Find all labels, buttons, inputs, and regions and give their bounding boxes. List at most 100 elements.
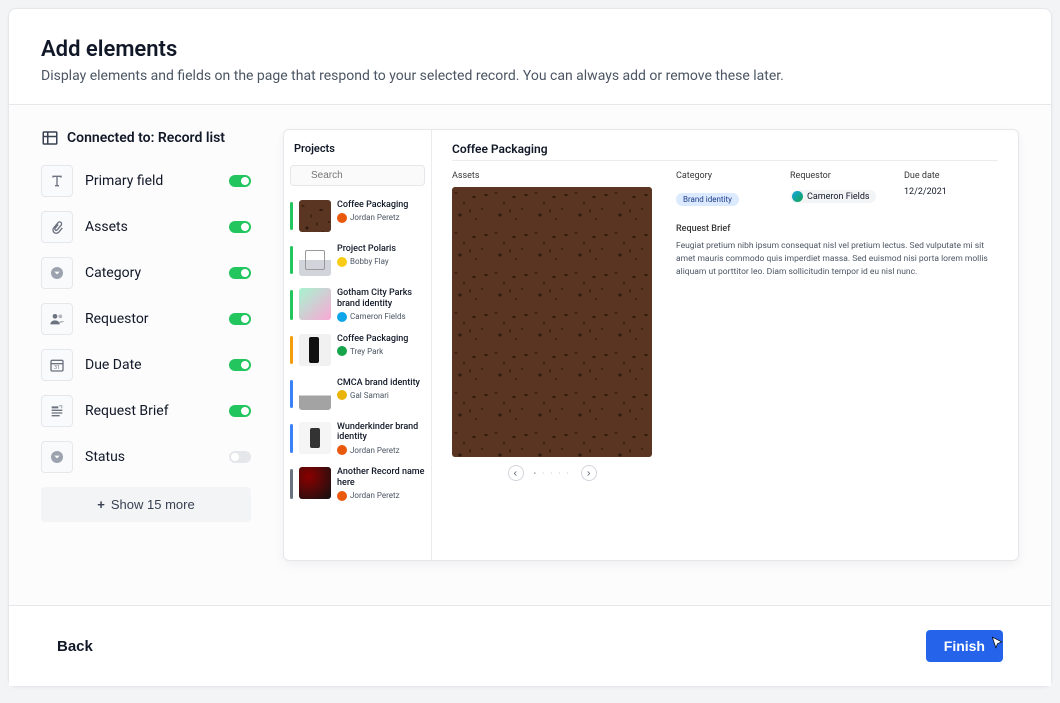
pager-prev-button[interactable] (508, 465, 524, 481)
field-row: Status (41, 441, 251, 473)
field-toggle[interactable] (229, 221, 251, 233)
record-thumbnail (299, 467, 331, 499)
field-toggle[interactable] (229, 313, 251, 325)
category-label: Category (676, 171, 770, 181)
avatar (337, 445, 347, 455)
field-row: Category (41, 257, 251, 289)
record-item[interactable]: Project Polaris Bobby Flay (284, 238, 431, 282)
assets-label: Assets (452, 171, 652, 181)
status-bar (290, 246, 293, 274)
modal-footer: Back Finish (9, 605, 1051, 686)
pager-dots: • · · · · (534, 469, 571, 478)
field-type-icon (41, 395, 73, 427)
page-title: Add elements (41, 37, 1019, 62)
record-thumbnail (299, 334, 331, 366)
field-row: Request Brief (41, 395, 251, 427)
field-toggle[interactable] (229, 451, 251, 463)
pager-next-button[interactable] (581, 465, 597, 481)
due-date-value: 12/2/2021 (904, 187, 998, 197)
page-subtitle: Display elements and fields on the page … (41, 68, 1019, 84)
category-pill: Brand identity (676, 193, 739, 206)
field-label: Assets (85, 219, 217, 235)
preview-record-detail: Coffee Packaging Assets • · · · · (432, 130, 1018, 560)
record-item[interactable]: Wunderkinder brand identityJordan Peretz (284, 416, 431, 462)
field-type-icon (41, 303, 73, 335)
connected-to-label: Connected to: Record list (41, 129, 251, 147)
record-owner: Cameron Fields (337, 312, 425, 322)
record-name: Coffee Packaging (337, 334, 425, 345)
record-item[interactable]: Coffee Packaging Jordan Peretz (284, 194, 431, 238)
modal-header: Add elements Display elements and fields… (9, 9, 1051, 105)
avatar (337, 491, 347, 501)
field-row: Assets (41, 211, 251, 243)
record-owner: Bobby Flay (337, 257, 425, 267)
requestor-label: Requestor (790, 171, 884, 181)
status-bar (290, 202, 293, 230)
field-type-icon (41, 211, 73, 243)
record-thumbnail (299, 200, 331, 232)
arrow-right-icon (585, 470, 592, 477)
record-owner: Trey Park (337, 346, 425, 356)
brief-label: Request Brief (676, 224, 998, 234)
field-type-icon (41, 165, 73, 197)
field-toggle[interactable] (229, 359, 251, 371)
avatar (337, 213, 347, 223)
record-owner: Jordan Peretz (337, 213, 425, 223)
status-bar (290, 290, 293, 320)
status-bar (290, 336, 293, 364)
plus-icon: + (97, 497, 105, 512)
preview-list-title: Projects (284, 130, 431, 163)
field-type-icon (41, 257, 73, 289)
search-input[interactable] (290, 165, 425, 186)
avatar (337, 257, 347, 267)
record-item[interactable]: Coffee PackagingTrey Park (284, 328, 431, 372)
field-toggle[interactable] (229, 175, 251, 187)
record-item[interactable]: Another Record name here Jordan Peretz (284, 461, 431, 507)
finish-button[interactable]: Finish (926, 630, 1003, 662)
interface-preview: Projects Coffee Packaging Jordan Peretz Pr… (283, 129, 1019, 561)
record-owner: Jordan Peretz (337, 491, 425, 501)
field-toggle[interactable] (229, 267, 251, 279)
record-thumbnail (299, 288, 331, 320)
avatar (337, 346, 347, 356)
svg-text:31: 31 (54, 365, 60, 371)
requestor-value: Cameron Fields (790, 190, 876, 203)
record-owner: Gal Samari (337, 390, 425, 400)
field-row: 31 Due Date (41, 349, 251, 381)
record-item[interactable]: Gotham City Parks brand identity Cameron … (284, 282, 431, 328)
field-label: Status (85, 449, 217, 465)
fields-sidebar: Connected to: Record list Primary field A… (41, 129, 251, 581)
back-button[interactable]: Back (57, 638, 93, 655)
record-owner: Jordan Peretz (337, 445, 425, 455)
field-row: Primary field (41, 165, 251, 197)
due-date-label: Due date (904, 171, 998, 181)
modal-body: Connected to: Record list Primary field A… (9, 105, 1051, 605)
record-name: Gotham City Parks brand identity (337, 288, 425, 310)
record-name: Project Polaris (337, 244, 425, 255)
field-toggle[interactable] (229, 405, 251, 417)
record-name: Another Record name here (337, 467, 425, 489)
record-thumbnail (299, 244, 331, 276)
field-label: Primary field (85, 173, 217, 189)
detail-title: Coffee Packaging (452, 142, 998, 156)
asset-image[interactable] (452, 187, 652, 457)
cursor-icon (990, 636, 1004, 650)
record-name: Wunderkinder brand identity (337, 422, 425, 444)
record-item[interactable]: CMCA brand identityGal Samari (284, 372, 431, 416)
show-more-button[interactable]: + Show 15 more (41, 487, 251, 522)
record-thumbnail (299, 422, 331, 454)
avatar (337, 312, 347, 322)
field-type-icon (41, 441, 73, 473)
field-label: Category (85, 265, 217, 281)
field-label: Requestor (85, 311, 217, 327)
record-thumbnail (299, 378, 331, 410)
brief-text: Feugiat pretium nibh ipsum consequat nis… (676, 240, 998, 278)
field-label: Due Date (85, 357, 217, 373)
preview-record-list: Projects Coffee Packaging Jordan Peretz Pr… (284, 130, 432, 560)
field-type-icon: 31 (41, 349, 73, 381)
status-bar (290, 469, 293, 499)
record-list-icon (41, 129, 59, 147)
record-name: Coffee Packaging (337, 200, 425, 211)
field-label: Request Brief (85, 403, 217, 419)
record-name: CMCA brand identity (337, 378, 425, 389)
